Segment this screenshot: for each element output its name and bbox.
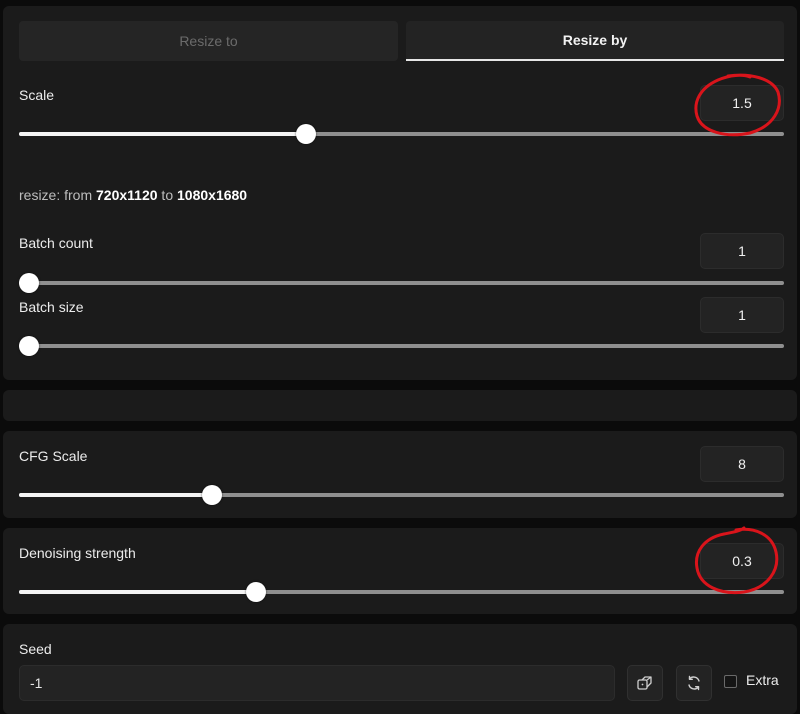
resize-info-middle: to — [157, 187, 178, 203]
seed-label: Seed — [19, 641, 52, 657]
denoising-strength-input[interactable]: 0.3 — [700, 543, 784, 579]
scale-slider-handle[interactable] — [296, 124, 317, 144]
scale-slider[interactable] — [19, 124, 784, 144]
cfg-panel — [3, 431, 797, 518]
denoising-strength-slider-fill — [19, 590, 257, 594]
batch-count-slider[interactable] — [19, 273, 784, 293]
denoising-strength-label: Denoising strength — [19, 545, 136, 561]
resize-from-size: 720x1120 — [96, 187, 158, 203]
batch-count-input[interactable]: 1 — [700, 233, 784, 269]
resize-to-size: 1080x1680 — [177, 187, 248, 203]
scale-input[interactable]: 1.5 — [700, 85, 784, 121]
batch-size-slider[interactable] — [19, 336, 784, 356]
cfg-scale-slider-fill — [19, 493, 213, 497]
batch-count-slider-handle[interactable] — [19, 273, 39, 293]
tab-resize-to[interactable]: Resize to — [19, 21, 398, 61]
resize-info-prefix: resize: from — [19, 187, 97, 203]
scale-label: Scale — [19, 87, 55, 103]
batch-size-slider-handle[interactable] — [19, 336, 39, 356]
resize-info: resize: from 720x1120 to 1080x1680 — [19, 187, 247, 203]
empty-panel — [3, 390, 797, 421]
cfg-scale-input[interactable]: 8 — [700, 446, 784, 482]
cfg-scale-slider[interactable] — [19, 485, 784, 505]
seed-input[interactable]: -1 — [19, 665, 615, 701]
recycle-icon — [688, 675, 700, 691]
random-seed-button[interactable] — [627, 665, 663, 701]
denoising-strength-slider[interactable] — [19, 582, 784, 602]
denoising-panel — [3, 528, 797, 614]
cfg-scale-label: CFG Scale — [19, 448, 88, 464]
batch-size-input[interactable]: 1 — [700, 297, 784, 333]
batch-size-label: Batch size — [19, 299, 84, 315]
batch-count-label: Batch count — [19, 235, 93, 251]
extra-label: Extra — [746, 672, 779, 688]
tab-resize-by[interactable]: Resize by — [406, 21, 784, 61]
reuse-seed-button[interactable] — [676, 665, 712, 701]
extra-checkbox[interactable] — [724, 675, 737, 688]
scale-slider-fill — [19, 132, 307, 136]
dice-icon — [637, 676, 652, 690]
